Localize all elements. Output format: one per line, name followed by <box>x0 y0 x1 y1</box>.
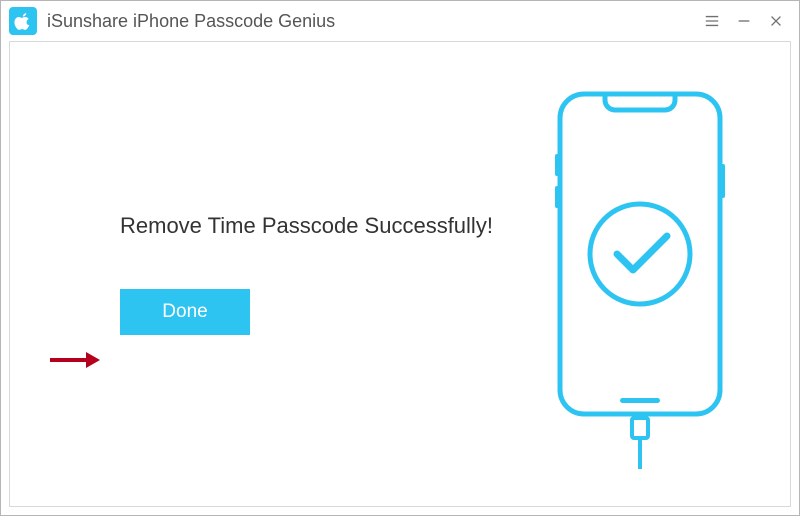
done-button[interactable]: Done <box>120 289 250 335</box>
content: Remove Time Passcode Successfully! Done <box>10 42 790 506</box>
app-window: iSunshare iPhone Passcode Genius Remove … <box>0 0 800 516</box>
app-title: iSunshare iPhone Passcode Genius <box>47 11 703 32</box>
app-logo-icon <box>9 7 37 35</box>
annotation-arrow-icon <box>50 352 100 368</box>
left-pane: Remove Time Passcode Successfully! Done <box>10 213 520 335</box>
window-controls <box>703 12 791 30</box>
minimize-icon[interactable] <box>735 12 753 30</box>
titlebar: iSunshare iPhone Passcode Genius <box>1 1 799 41</box>
close-icon[interactable] <box>767 12 785 30</box>
phone-success-icon <box>545 74 735 474</box>
menu-icon[interactable] <box>703 12 721 30</box>
content-frame: Remove Time Passcode Successfully! Done <box>9 41 791 507</box>
right-pane <box>520 42 790 506</box>
success-message: Remove Time Passcode Successfully! <box>120 213 520 239</box>
